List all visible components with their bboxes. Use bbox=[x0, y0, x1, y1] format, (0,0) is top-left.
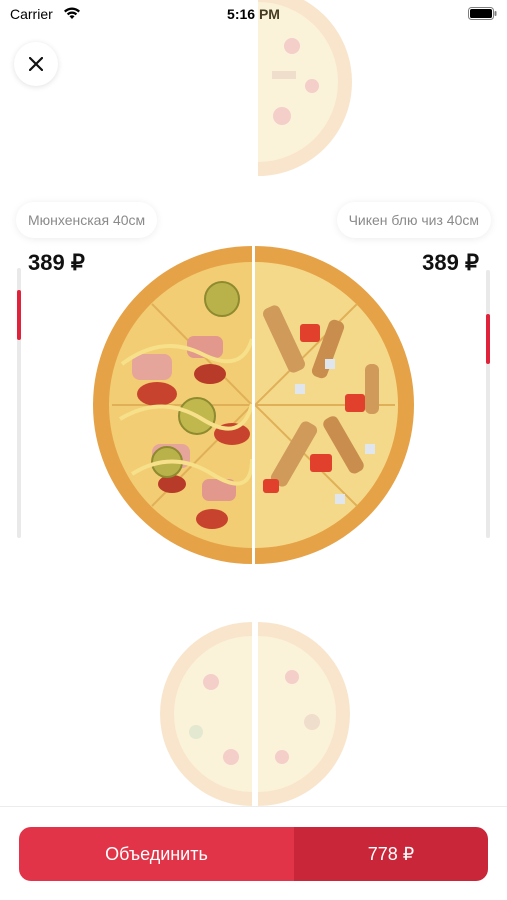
left-pizza-price: 389 ₽ bbox=[28, 250, 85, 275]
next-right-pizza-preview[interactable] bbox=[258, 0, 358, 182]
right-scroll-thumb[interactable] bbox=[486, 314, 490, 364]
left-pizza-half[interactable] bbox=[92, 244, 252, 566]
right-pizza-name-chip: Чикен блю чиз 40см bbox=[336, 202, 491, 238]
right-pizza-half[interactable] bbox=[255, 244, 417, 566]
battery-icon bbox=[468, 7, 497, 20]
combine-button[interactable]: Объединить 778 ₽ bbox=[19, 827, 488, 881]
left-pizza-name: Мюнхенская 40см bbox=[28, 212, 146, 228]
preview-divider bbox=[252, 622, 255, 806]
close-icon bbox=[29, 57, 43, 71]
pizza-halves-screen: Carrier 5:16 PM Мюнхенская 40см Чикен бл… bbox=[0, 0, 507, 900]
left-scroll-indicator[interactable] bbox=[17, 268, 21, 538]
next-left-pizza-preview[interactable] bbox=[156, 622, 252, 806]
right-pizza-name: Чикен блю чиз 40см bbox=[348, 212, 479, 228]
combine-button-label[interactable]: Объединить bbox=[19, 827, 294, 881]
left-pizza-name-chip: Мюнхенская 40см bbox=[16, 202, 158, 238]
right-pizza-price: 389 ₽ bbox=[422, 250, 479, 275]
bottom-divider bbox=[0, 806, 507, 807]
status-bar: Carrier 5:16 PM bbox=[0, 0, 507, 30]
right-scroll-indicator[interactable] bbox=[486, 270, 490, 538]
left-scroll-thumb[interactable] bbox=[17, 290, 21, 340]
halves-divider bbox=[252, 240, 255, 570]
combine-total-price[interactable]: 778 ₽ bbox=[294, 827, 488, 881]
clock: 5:16 PM bbox=[227, 6, 280, 22]
close-button[interactable] bbox=[14, 42, 58, 86]
next-right-pizza-preview-bottom[interactable] bbox=[258, 622, 354, 806]
